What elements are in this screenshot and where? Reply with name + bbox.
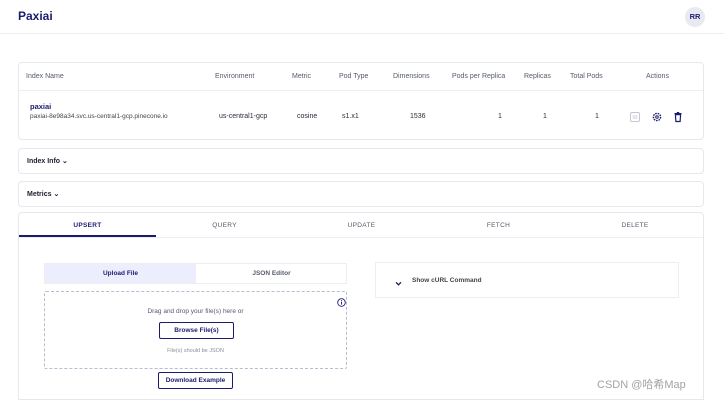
- col-header-index-name: Index Name: [26, 73, 64, 80]
- chevron-down-icon: ⌄: [53, 191, 60, 198]
- cell-metric: cosine: [297, 113, 318, 120]
- col-header-actions: Actions: [646, 73, 669, 80]
- cell-environment: us-central1-gcp: [219, 113, 268, 120]
- browse-files-button[interactable]: Browse File(s): [159, 322, 234, 339]
- col-header-replicas: Replicas: [524, 73, 551, 80]
- cell-total-pods: 1: [595, 113, 599, 120]
- index-table: Index Name Environment Metric Pod Type D…: [18, 62, 704, 140]
- curl-command-panel[interactable]: Show cURL Command: [375, 262, 679, 298]
- metrics-section[interactable]: Metrics ⌄: [18, 181, 704, 207]
- upload-file-tab[interactable]: Upload File: [45, 264, 196, 283]
- index-info-toggle[interactable]: Index Info ⌄: [27, 157, 68, 165]
- collection-icon[interactable]: [629, 110, 641, 122]
- watermark: CSDN @哈希Map: [597, 379, 686, 391]
- col-header-pods-per-replica: Pods per Replica: [452, 73, 506, 80]
- gear-icon[interactable]: [651, 110, 663, 122]
- col-header-total-pods: Total Pods: [570, 73, 603, 80]
- operations-panel: UPSERT QUERY UPDATE FETCH DELETE Upload …: [18, 212, 704, 400]
- header-divider: [19, 90, 703, 91]
- index-info-section[interactable]: Index Info ⌄: [18, 148, 704, 174]
- user-avatar[interactable]: RR: [685, 7, 705, 27]
- file-dropzone[interactable]: Drag and drop your file(s) here or Brows…: [44, 291, 347, 369]
- chevron-down-icon[interactable]: [394, 275, 403, 286]
- index-name-link[interactable]: paxiai: [30, 102, 51, 111]
- cell-pods-per-replica: 1: [498, 113, 502, 120]
- json-editor-tab[interactable]: JSON Editor: [196, 264, 347, 283]
- col-header-metric: Metric: [292, 73, 312, 80]
- cell-pod-type: s1.x1: [342, 113, 359, 120]
- dropzone-text: Drag and drop your file(s) here or: [147, 308, 244, 315]
- cell-replicas: 1: [543, 113, 547, 120]
- tab-update[interactable]: UPDATE: [293, 213, 430, 237]
- index-host: paxiai-8e98a34.svc.us-central1-gcp.pinec…: [30, 113, 168, 120]
- project-title[interactable]: Paxiai: [18, 9, 53, 23]
- tab-fetch[interactable]: FETCH: [430, 213, 567, 237]
- col-header-pod-type: Pod Type: [339, 73, 369, 80]
- tab-upsert[interactable]: UPSERT: [19, 213, 156, 237]
- metrics-toggle[interactable]: Metrics ⌄: [27, 190, 59, 198]
- cell-dimensions: 1536: [410, 113, 426, 120]
- top-bar: Paxiai RR: [0, 0, 724, 34]
- tab-divider: [19, 237, 703, 238]
- tab-delete[interactable]: DELETE: [567, 213, 703, 237]
- file-format-hint: File(s) should be JSON: [167, 348, 224, 354]
- download-example-button[interactable]: Download Example: [158, 372, 233, 389]
- tab-query[interactable]: QUERY: [156, 213, 293, 237]
- info-icon[interactable]: [337, 294, 346, 307]
- upload-mode-toggle: Upload File JSON Editor: [44, 263, 347, 284]
- trash-icon[interactable]: [672, 110, 684, 123]
- col-header-dimensions: Dimensions: [393, 73, 430, 80]
- chevron-down-icon: ⌄: [62, 158, 68, 165]
- show-curl-command[interactable]: Show cURL Command: [412, 277, 482, 284]
- col-header-environment: Environment: [215, 73, 255, 80]
